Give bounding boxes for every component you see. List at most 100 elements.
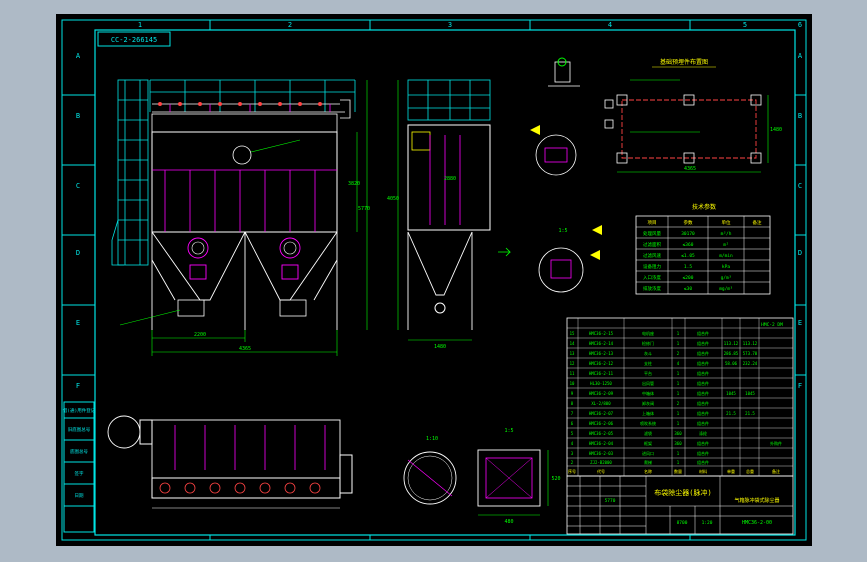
row-label: E [798, 319, 802, 327]
tech-cell: 过滤面积 [643, 241, 661, 248]
row-label: E [76, 319, 80, 327]
part-cell: 爬梯 [644, 459, 652, 465]
tech-cell: 处理风量 [643, 230, 661, 237]
part-cell: 进风口 [642, 450, 654, 456]
part-cell: 组合件 [697, 330, 709, 336]
part-cell: 喷吹系统 [640, 420, 656, 426]
part-cell: 组合件 [697, 400, 709, 406]
part-cell: 13 [570, 351, 575, 356]
part-cell: HMC36-2-09 [589, 391, 614, 396]
part-cell: 涤纶 [699, 430, 707, 436]
parts-top-label: HMC-2 DM [761, 322, 783, 328]
column-label: 2 [288, 21, 292, 29]
parts-header: 名称 [644, 468, 652, 474]
drawing-scale: 1:20 [702, 520, 713, 526]
row-label: B [798, 112, 802, 120]
company-name: 气箱脉冲袋式除尘器 [734, 497, 779, 504]
tech-cell: 排放浓度 [643, 285, 661, 292]
part-cell: 滤袋 [644, 430, 652, 436]
tech-cell: 过滤风速 [643, 252, 661, 259]
part-cell: 支柱 [644, 360, 652, 366]
parts-header: 序号 [568, 468, 576, 474]
part-cell: 组合件 [697, 410, 709, 416]
row-label: C [798, 182, 802, 190]
front-dim-label: 3820 [348, 181, 360, 187]
part-cell: 1045 [726, 391, 736, 396]
part-cell: 检修门 [642, 340, 654, 346]
tech-cell: kPa [722, 264, 730, 270]
part-cell: 中箱体 [642, 390, 654, 396]
weight-label: 8700 [677, 520, 688, 526]
part-cell: HMC36-2-11 [589, 371, 614, 376]
tech-cell: m² [723, 243, 728, 248]
row-label: F [798, 382, 802, 390]
part-cell: 电机座 [642, 330, 654, 336]
tech-header: 备注 [753, 219, 762, 226]
part-cell: 10 [570, 381, 575, 386]
part-cell: HMC36-2-06 [589, 421, 614, 426]
part-cell: HL30-1250 [590, 381, 612, 386]
part-cell: 58.06 [725, 361, 738, 366]
part-cell: 组合件 [697, 340, 709, 346]
tech-header: 项目 [648, 220, 657, 226]
part-cell: 组合件 [697, 420, 709, 426]
parts-header: 材料 [699, 468, 707, 474]
part-cell: 1045 [745, 391, 755, 396]
drawing-number: CC-2-266145 [111, 36, 157, 44]
part-cell: HMC36-2-12 [589, 361, 614, 366]
part-cell: 14 [570, 341, 575, 346]
part-cell: 232.24 [743, 361, 758, 366]
parts-header: 单重 [727, 468, 735, 474]
part-cell: 573.70 [743, 351, 758, 356]
foundation-dim: 4365 [684, 166, 696, 172]
part-cell: 组合件 [697, 450, 709, 456]
side-dim-label: 1480 [434, 344, 446, 350]
foundation-title: 基础预埋件布置图 [660, 58, 708, 66]
column-label: 5 [743, 21, 747, 29]
row-label: C [76, 182, 80, 190]
tech-cell: 1.5 [684, 264, 692, 270]
part-cell: 外购件 [770, 440, 782, 446]
weight-label: 5770 [605, 498, 616, 504]
tech-table-title: 技术参数 [692, 203, 716, 211]
part-cell: HMC36-2-07 [589, 411, 614, 416]
strip-label: 借(通)用件登记 [63, 407, 96, 414]
parts-header: 代号 [597, 468, 605, 474]
tech-cell: m/min [719, 253, 733, 259]
part-cell: 360 [674, 441, 682, 446]
tech-cell: 入口浓度 [643, 274, 661, 281]
side-dim-label: 4050 [387, 196, 399, 202]
column-label: 4 [608, 21, 612, 29]
detail-scale: 1:5 [558, 228, 567, 234]
part-cell: 113.12 [724, 341, 739, 346]
part-cell: 组合件 [697, 350, 709, 356]
drawing-sheet [56, 14, 812, 546]
row-label: B [76, 112, 80, 120]
part-cell: HMC36-2-05 [589, 431, 614, 436]
part-cell: 框架 [644, 440, 652, 446]
strip-label: 日期 [75, 493, 84, 499]
strip-label: 旧底图总号 [68, 426, 91, 433]
tech-cell: m³/h [721, 231, 732, 237]
column-label: 3 [448, 21, 452, 29]
flange-dim: 520 [551, 476, 560, 482]
part-cell: 21.5 [745, 411, 755, 416]
tech-cell: 30170 [681, 231, 695, 237]
part-cell: 出风管 [642, 380, 654, 386]
front-dim-label: 4365 [239, 346, 251, 352]
tech-cell: ≤200 [683, 275, 694, 281]
column-label: 6 [798, 21, 802, 29]
foundation-dim: 1480 [770, 127, 782, 133]
strip-label: 底图总号 [70, 448, 88, 455]
column-label: 1 [138, 21, 142, 29]
front-dim-label: 5770 [358, 206, 370, 212]
part-cell: XL-2/800 [591, 401, 611, 406]
tech-header: 参数 [684, 219, 693, 226]
tech-header: 单位 [722, 219, 731, 226]
tech-cell: ≤1.05 [681, 253, 695, 259]
part-cell: 360 [674, 431, 682, 436]
part-cell: 组合件 [697, 360, 709, 366]
part-cell: 上箱体 [642, 410, 654, 416]
part-cell: 11 [570, 371, 575, 376]
cad-drawing-canvas: 1 2 3 4 5 6 A B C D E F A B C D E F CC-2… [0, 0, 867, 562]
